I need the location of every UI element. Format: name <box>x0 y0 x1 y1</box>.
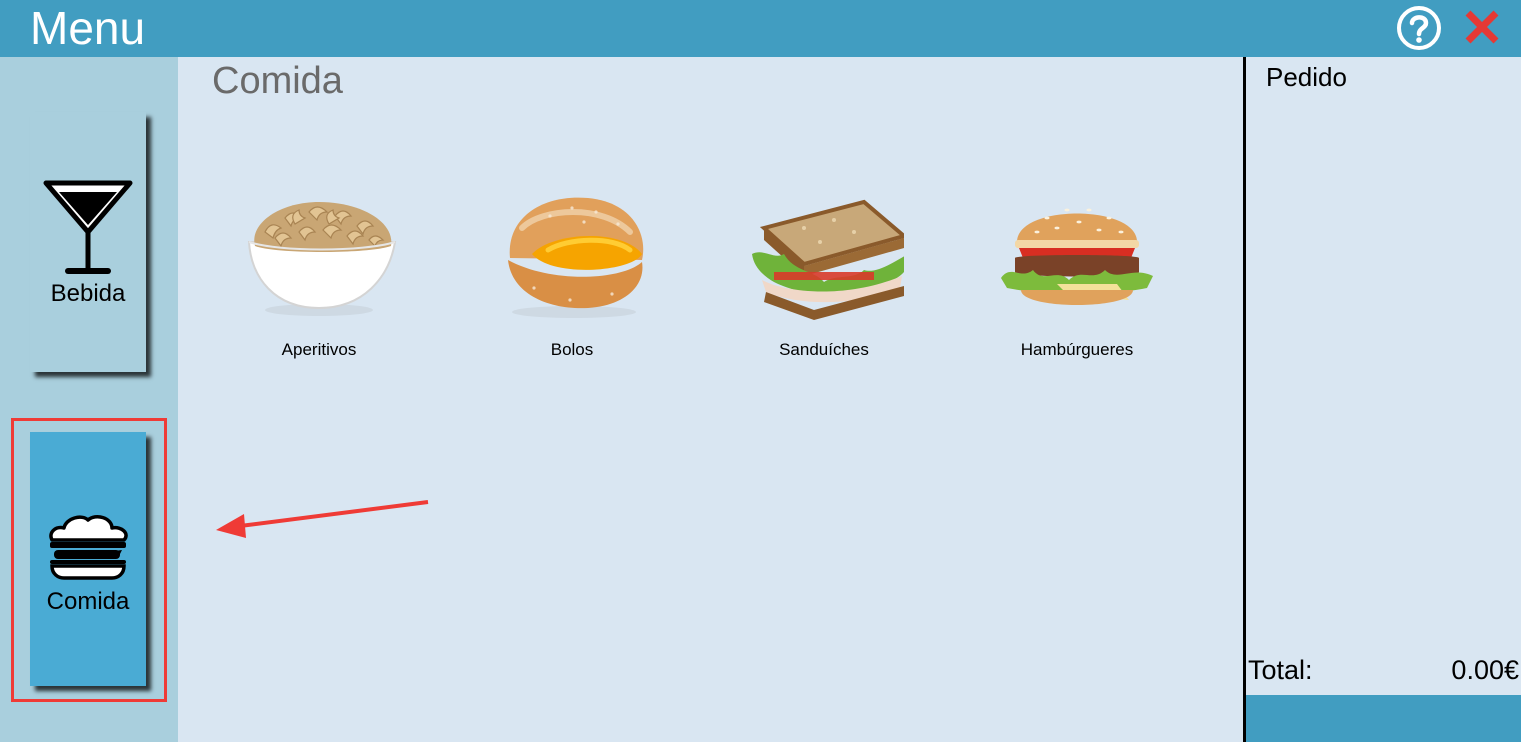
section-title: Comida <box>212 60 343 102</box>
order-panel: Pedido Total: 0.00€ <box>1243 57 1521 742</box>
header-bar: Menu <box>0 0 1521 57</box>
order-items-list[interactable] <box>1246 107 1521 647</box>
category-bebida-button[interactable]: Bebida <box>30 112 146 372</box>
sandwich-image <box>752 199 904 320</box>
product-label: Sanduíches <box>779 340 869 359</box>
product-hamburgueres[interactable]: Hambúrgueres <box>987 188 1167 368</box>
help-button[interactable] <box>1396 5 1442 51</box>
product-label: Bolos <box>550 340 594 359</box>
total-value: 0.00€ <box>1451 655 1519 685</box>
close-button[interactable] <box>1462 7 1502 47</box>
product-bolos[interactable]: Bolos <box>482 188 662 368</box>
product-label: Aperitivos <box>281 340 357 359</box>
product-sanduiches[interactable]: Sanduíches <box>734 188 914 368</box>
burger-icon <box>49 515 128 580</box>
order-title: Pedido <box>1266 62 1347 92</box>
cashews-bowl-image <box>247 202 397 316</box>
product-label: Hambúrgueres <box>1020 340 1134 359</box>
category-comida-label: Comida <box>46 588 130 615</box>
hamburger-image <box>1001 208 1153 305</box>
category-bebida-label: Bebida <box>50 280 126 307</box>
total-label: Total: <box>1248 655 1313 685</box>
annotation-arrow <box>216 500 429 538</box>
order-confirm-bar[interactable] <box>1246 695 1521 742</box>
question-circle-icon <box>1397 6 1441 50</box>
category-comida-button[interactable]: Comida <box>30 432 146 686</box>
app-title: Menu <box>30 2 146 54</box>
product-aperitivos[interactable]: Aperitivos <box>229 188 409 368</box>
filled-pastry-image <box>508 197 644 318</box>
close-x-icon <box>1465 10 1499 44</box>
cocktail-glass-icon <box>43 180 133 274</box>
